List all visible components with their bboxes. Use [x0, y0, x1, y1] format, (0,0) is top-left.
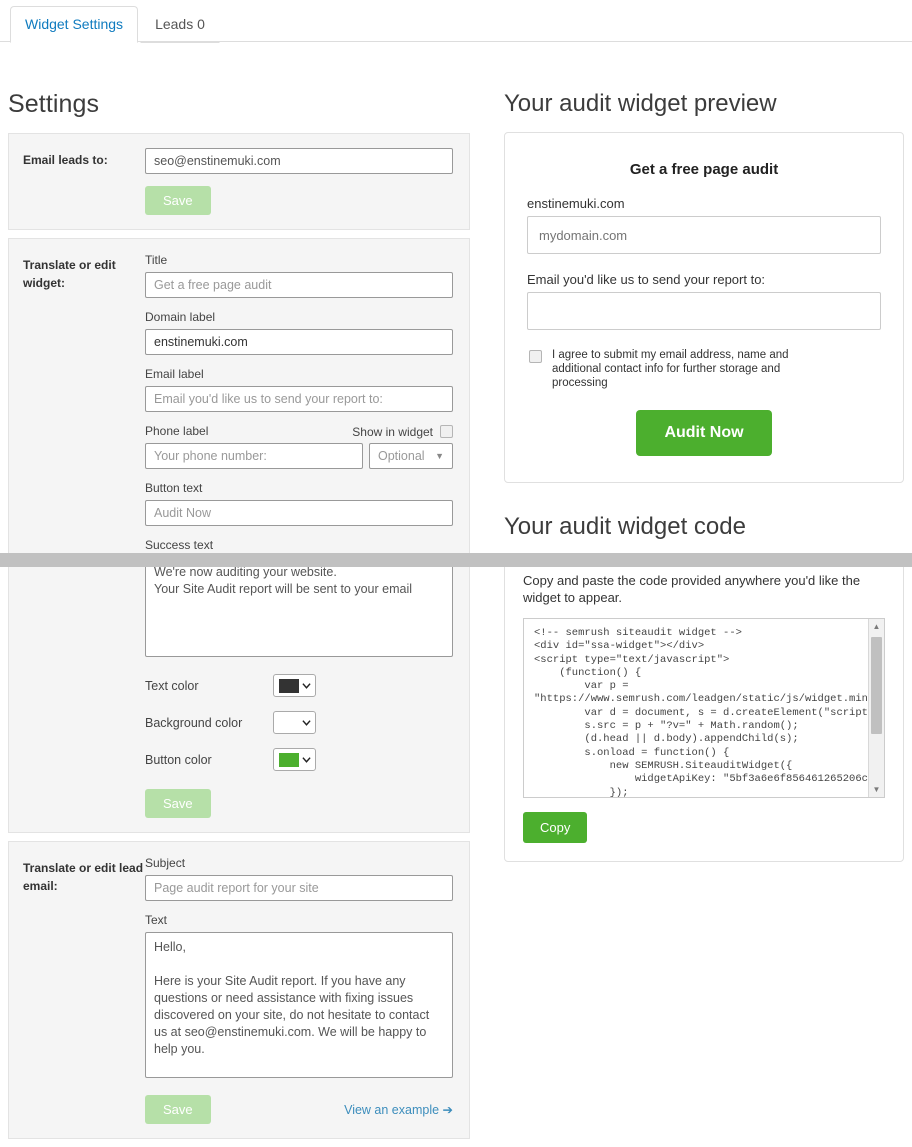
save-lead-email-button[interactable]: Save: [145, 1095, 211, 1124]
scroll-up-arrow-icon[interactable]: ▲: [869, 619, 884, 634]
horizontal-scrollbar[interactable]: [0, 553, 912, 567]
chevron-down-icon: [302, 755, 311, 764]
tab-bar: Widget Settings Leads 0: [0, 0, 912, 42]
save-email-leads-button[interactable]: Save: [145, 186, 211, 215]
phone-requirement-select-wrap: Optional ▼: [369, 443, 453, 469]
title-input[interactable]: [145, 272, 453, 298]
subject-input[interactable]: [145, 875, 453, 901]
lead-email-card: Translate or edit lead email: Subject Te…: [8, 841, 470, 1139]
preview-domain-label: enstinemuki.com: [527, 196, 881, 211]
widget-code-panel: Copy and paste the code provided anywher…: [504, 555, 904, 862]
domain-label-input[interactable]: [145, 329, 453, 355]
email-leads-card-body: Save: [145, 148, 453, 215]
preview-email-label: Email you'd like us to send your report …: [527, 272, 881, 287]
view-example-link[interactable]: View an example ➔: [344, 1102, 453, 1117]
title-field-label: Title: [145, 253, 453, 268]
email-leads-card: Email leads to: Save: [8, 133, 470, 230]
preview-audit-now-button[interactable]: Audit Now: [636, 410, 771, 456]
email-leads-input[interactable]: [145, 148, 453, 174]
text-color-label: Text color: [145, 679, 273, 693]
tab-widget-settings[interactable]: Widget Settings: [10, 6, 138, 43]
button-color-picker[interactable]: [273, 748, 316, 771]
scroll-down-arrow-icon[interactable]: ▼: [869, 782, 884, 797]
background-color-label: Background color: [145, 716, 273, 730]
code-box: <!-- semrush siteaudit widget --> <div i…: [523, 618, 885, 798]
chevron-down-icon: [302, 681, 311, 690]
settings-column: Settings Email leads to: Save Translate …: [8, 90, 470, 1147]
email-field-label: Email label: [145, 367, 453, 382]
show-in-widget-group: Show in widget: [352, 425, 453, 439]
preview-spacer: [527, 254, 881, 272]
button-color-label: Button color: [145, 753, 273, 767]
translate-widget-card: Translate or edit widget: Title Domain l…: [8, 238, 470, 833]
lead-email-card-label: Translate or edit lead email:: [23, 856, 145, 1124]
email-label-input[interactable]: [145, 386, 453, 412]
lead-email-card-body: Subject Text Hello, Here is your Site Au…: [145, 856, 453, 1124]
success-text-field-label: Success text: [145, 538, 453, 553]
phone-label-input[interactable]: [145, 443, 363, 469]
button-color-swatch: [279, 753, 299, 767]
lead-email-actions: Save View an example ➔: [145, 1095, 453, 1124]
phone-field-label: Phone label: [145, 424, 208, 439]
code-snippet[interactable]: <!-- semrush siteaudit widget --> <div i…: [524, 619, 884, 797]
background-color-picker[interactable]: [273, 711, 316, 734]
background-color-swatch: [279, 716, 299, 730]
text-color-row: Text color: [145, 674, 453, 697]
show-in-widget-label: Show in widget: [352, 425, 433, 439]
success-text-textarea[interactable]: We're now auditing your website. Your Si…: [145, 557, 453, 657]
text-color-picker[interactable]: [273, 674, 316, 697]
copy-code-button[interactable]: Copy: [523, 812, 587, 843]
phone-row: Optional ▼: [145, 443, 453, 469]
preview-domain-input[interactable]: [527, 216, 881, 254]
preview-heading: Your audit widget preview: [504, 90, 904, 118]
code-heading: Your audit widget code: [504, 513, 904, 541]
phone-input-wrap: [145, 443, 363, 469]
translate-widget-card-label: Translate or edit widget:: [23, 253, 145, 818]
preview-column: Your audit widget preview Get a free pag…: [504, 90, 904, 862]
preview-consent-text: I agree to submit my email address, name…: [552, 348, 802, 390]
preview-email-input[interactable]: [527, 292, 881, 330]
background-color-row: Background color: [145, 711, 453, 734]
chevron-down-icon: [302, 718, 311, 727]
phone-requirement-select[interactable]: Optional ▼: [369, 443, 453, 469]
code-scrollbar[interactable]: ▲ ▼: [868, 619, 884, 797]
tab-leads[interactable]: Leads 0: [140, 6, 220, 43]
widget-preview-panel: Get a free page audit enstinemuki.com Em…: [504, 132, 904, 483]
phone-requirement-value: Optional: [378, 449, 425, 463]
show-in-widget-checkbox[interactable]: [440, 425, 453, 438]
preview-button-wrap: Audit Now: [527, 410, 881, 456]
lead-email-textarea[interactable]: Hello, Here is your Site Audit report. I…: [145, 932, 453, 1078]
lead-email-text-label: Text: [145, 913, 453, 928]
preview-consent-row: I agree to submit my email address, name…: [527, 348, 881, 390]
tab-list: Widget Settings Leads 0: [10, 6, 220, 42]
preview-consent-checkbox[interactable]: [529, 350, 542, 363]
save-widget-button[interactable]: Save: [145, 789, 211, 818]
page-title: Settings: [8, 90, 470, 119]
button-color-row: Button color: [145, 748, 453, 771]
button-text-input[interactable]: [145, 500, 453, 526]
text-color-swatch: [279, 679, 299, 693]
code-scrollbar-thumb[interactable]: [871, 637, 882, 734]
code-help-text: Copy and paste the code provided anywher…: [523, 572, 885, 606]
preview-widget-title: Get a free page audit: [527, 161, 881, 178]
email-leads-card-label: Email leads to:: [23, 148, 145, 215]
translate-widget-card-body: Title Domain label Email label Phone lab…: [145, 253, 453, 818]
phone-label-row-header: Phone label Show in widget: [145, 424, 453, 439]
domain-field-label: Domain label: [145, 310, 453, 325]
button-text-field-label: Button text: [145, 481, 453, 496]
subject-field-label: Subject: [145, 856, 453, 871]
chevron-down-icon: ▼: [435, 451, 444, 461]
